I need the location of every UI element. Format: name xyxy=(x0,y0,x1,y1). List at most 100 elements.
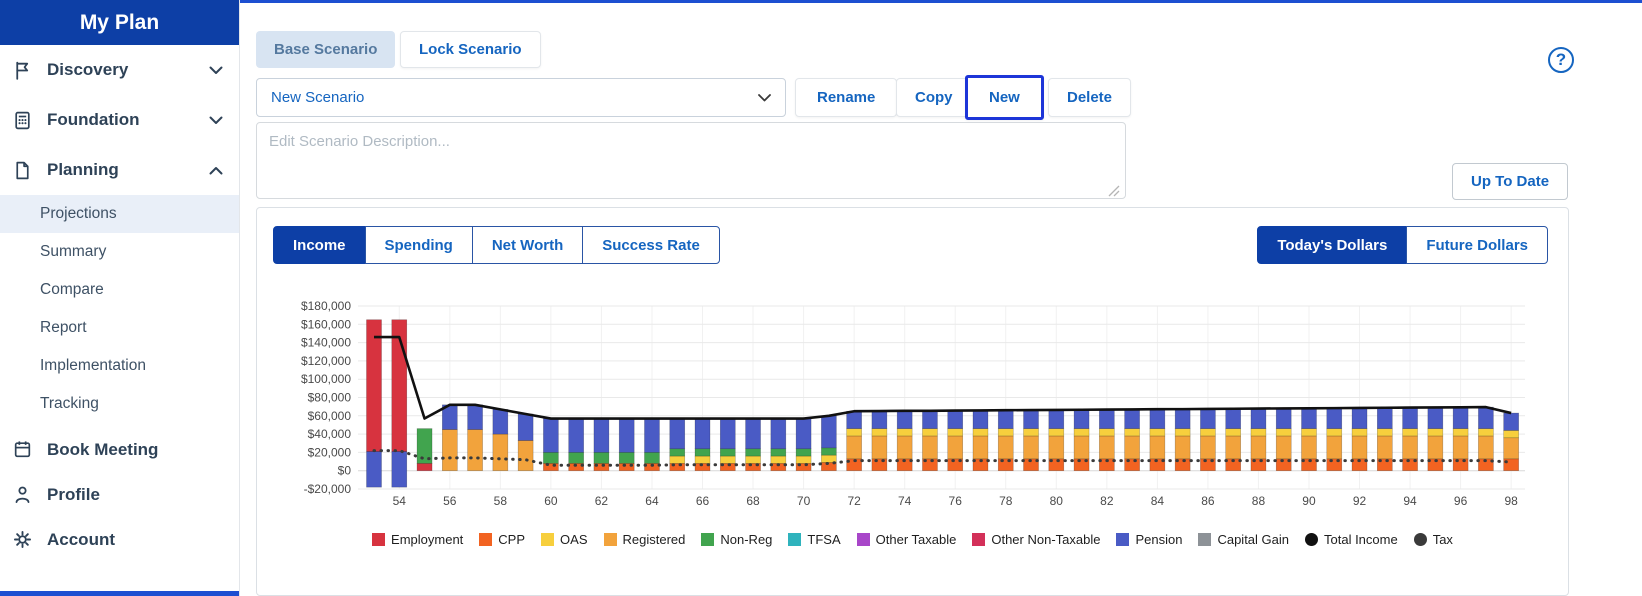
legend-item-registered[interactable]: Registered xyxy=(604,532,686,547)
sidebar-item-foundation[interactable]: Foundation xyxy=(0,95,239,145)
sidebar-item-label: Planning xyxy=(47,160,119,180)
svg-text:$60,000: $60,000 xyxy=(308,409,352,423)
legend-item-other_taxable[interactable]: Other Taxable xyxy=(857,532,957,547)
tab-spending[interactable]: Spending xyxy=(365,226,473,264)
tab-base-scenario[interactable]: Base Scenario xyxy=(256,31,395,68)
sidebar-item-profile[interactable]: Profile xyxy=(0,472,239,517)
legend-swatch xyxy=(372,533,385,546)
dollar-toggle-tabs: Today's Dollars Future Dollars xyxy=(1257,226,1548,264)
sidebar-item-label: Discovery xyxy=(47,60,128,80)
svg-text:62: 62 xyxy=(595,494,609,508)
income-chart-svg: -$20,000 $0 $20,000 $40,000 $60,000 $80,000 $1… xyxy=(263,294,1555,510)
svg-text:$0: $0 xyxy=(338,464,352,478)
tab-income[interactable]: Income xyxy=(273,226,366,264)
sidebar-item-account[interactable]: Account xyxy=(0,517,239,562)
legend-swatch xyxy=(1116,533,1129,546)
legend-item-other_nontaxable[interactable]: Other Non-Taxable xyxy=(972,532,1100,547)
svg-text:$140,000: $140,000 xyxy=(301,336,351,350)
sidebar-item-book-meeting[interactable]: Book Meeting xyxy=(0,427,239,472)
legend-label: Other Taxable xyxy=(876,532,957,547)
sidebar-item-discovery[interactable]: Discovery xyxy=(0,45,239,95)
legend-label: Employment xyxy=(391,532,463,547)
legend-item-oas[interactable]: OAS xyxy=(541,532,587,547)
legend-item-cpp[interactable]: CPP xyxy=(479,532,525,547)
legend-swatch xyxy=(1198,533,1211,546)
svg-text:56: 56 xyxy=(443,494,457,508)
svg-text:-$20,000: -$20,000 xyxy=(304,482,352,496)
legend-label: CPP xyxy=(498,532,525,547)
svg-text:60: 60 xyxy=(544,494,558,508)
flag-icon xyxy=(12,59,34,81)
sidebar-subitem-report[interactable]: Report xyxy=(0,309,239,347)
legend-swatch xyxy=(857,533,870,546)
sidebar-item-label: Book Meeting xyxy=(47,440,158,460)
sidebar-item-label: Account xyxy=(47,530,115,550)
svg-text:88: 88 xyxy=(1252,494,1266,508)
svg-text:$80,000: $80,000 xyxy=(308,391,352,405)
svg-text:54: 54 xyxy=(393,494,407,508)
svg-text:96: 96 xyxy=(1454,494,1468,508)
gear-icon xyxy=(12,529,34,551)
svg-text:98: 98 xyxy=(1504,494,1518,508)
chart-view-tabs: Income Spending Net Worth Success Rate xyxy=(273,226,720,264)
svg-text:78: 78 xyxy=(999,494,1013,508)
tab-future-dollars[interactable]: Future Dollars xyxy=(1406,226,1548,264)
sidebar-subitem-tracking[interactable]: Tracking xyxy=(0,385,239,423)
sidebar-subitem-implementation[interactable]: Implementation xyxy=(0,347,239,385)
legend-item-employment[interactable]: Employment xyxy=(372,532,463,547)
chevron-up-icon xyxy=(209,166,223,175)
top-accent-line xyxy=(240,0,1642,3)
person-icon xyxy=(12,484,34,506)
svg-text:68: 68 xyxy=(746,494,760,508)
svg-text:82: 82 xyxy=(1100,494,1114,508)
legend-item-capital_gain[interactable]: Capital Gain xyxy=(1198,532,1289,547)
svg-text:$20,000: $20,000 xyxy=(308,445,352,459)
chart-panel: Income Spending Net Worth Success Rate T… xyxy=(256,207,1569,596)
svg-text:70: 70 xyxy=(797,494,811,508)
main-content: Base Scenario Lock Scenario ? New Scenar… xyxy=(240,0,1642,596)
legend-label: Total Income xyxy=(1324,532,1398,547)
up-to-date-button[interactable]: Up To Date xyxy=(1452,163,1568,200)
legend-item-tax[interactable]: Tax xyxy=(1414,532,1453,547)
tab-todays-dollars[interactable]: Today's Dollars xyxy=(1257,226,1407,264)
legend-item-nonreg[interactable]: Non-Reg xyxy=(701,532,772,547)
rename-button[interactable]: Rename xyxy=(795,78,897,117)
svg-text:58: 58 xyxy=(494,494,508,508)
svg-text:74: 74 xyxy=(898,494,912,508)
legend-swatch xyxy=(972,533,985,546)
sidebar-item-planning[interactable]: Planning xyxy=(0,145,239,195)
new-button[interactable]: New xyxy=(965,75,1044,120)
legend-label: Non-Reg xyxy=(720,532,772,547)
sidebar-subitem-summary[interactable]: Summary xyxy=(0,233,239,271)
legend-item-pension[interactable]: Pension xyxy=(1116,532,1182,547)
delete-button[interactable]: Delete xyxy=(1048,78,1131,117)
svg-text:90: 90 xyxy=(1302,494,1316,508)
legend-label: Capital Gain xyxy=(1217,532,1289,547)
legend-label: Pension xyxy=(1135,532,1182,547)
chevron-down-icon xyxy=(209,116,223,125)
legend-label: Registered xyxy=(623,532,686,547)
resize-handle-icon[interactable] xyxy=(1108,184,1120,196)
legend-swatch xyxy=(788,533,801,546)
sidebar-subitem-projections[interactable]: Projections xyxy=(0,195,239,233)
help-icon[interactable]: ? xyxy=(1548,47,1574,73)
chevron-down-icon xyxy=(209,66,223,75)
sidebar-subitem-compare[interactable]: Compare xyxy=(0,271,239,309)
svg-text:$100,000: $100,000 xyxy=(301,372,351,386)
calendar-icon xyxy=(12,439,34,461)
svg-text:$120,000: $120,000 xyxy=(301,354,351,368)
tab-success-rate[interactable]: Success Rate xyxy=(582,226,720,264)
legend-swatch xyxy=(1305,533,1318,546)
tab-net-worth[interactable]: Net Worth xyxy=(472,226,583,264)
svg-text:$160,000: $160,000 xyxy=(301,317,351,331)
scenario-select[interactable]: New Scenario xyxy=(256,78,786,117)
scenario-description-input[interactable] xyxy=(256,122,1126,199)
legend-item-tfsa[interactable]: TFSA xyxy=(788,532,840,547)
legend-label: Tax xyxy=(1433,532,1453,547)
sidebar: My Plan Discovery Foundation Planning Pr… xyxy=(0,0,240,596)
legend-item-total_income[interactable]: Total Income xyxy=(1305,532,1398,547)
copy-button[interactable]: Copy xyxy=(896,78,972,117)
svg-text:$40,000: $40,000 xyxy=(308,427,352,441)
chart-legend: Employment CPP OAS Registered Non-Reg TFSA Oth… xyxy=(257,532,1568,547)
tab-lock-scenario[interactable]: Lock Scenario xyxy=(400,31,541,68)
